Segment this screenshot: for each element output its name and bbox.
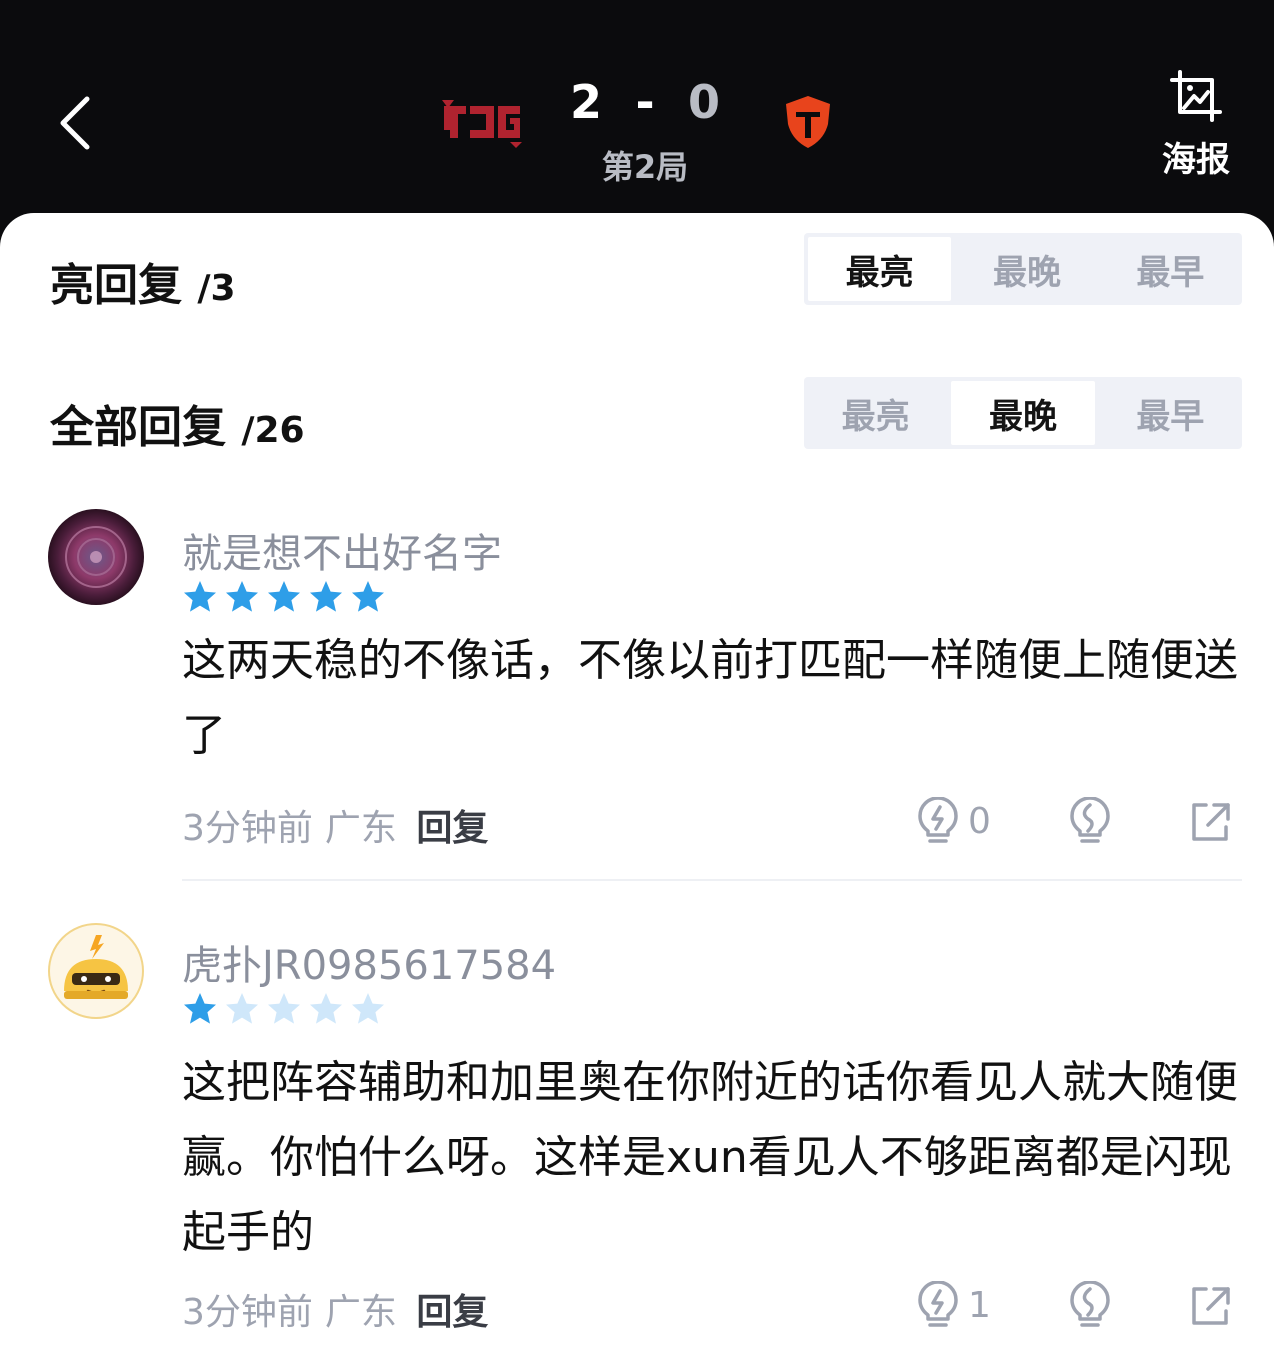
highlight-replies-title: 亮回复 /3 (50, 249, 236, 313)
user-avatar-image (52, 927, 140, 1015)
jdg-logo-icon (442, 100, 522, 148)
light-button[interactable]: 1 (916, 1281, 991, 1329)
username[interactable]: 虎扑JR0985617584 (182, 933, 556, 991)
lightbulb-off-icon (1070, 797, 1110, 843)
reply-button[interactable]: 回复 (416, 1292, 488, 1333)
chevron-left-icon (60, 96, 90, 150)
share-button[interactable] (1188, 797, 1232, 845)
tab-all-earliest[interactable]: 最早 (1099, 377, 1242, 449)
round-label: 第2局 (601, 148, 689, 186)
star-icon (184, 581, 216, 612)
star-rating (182, 579, 386, 615)
tab-all-brightest[interactable]: 最亮 (804, 377, 947, 449)
image-crop-icon (1170, 70, 1222, 122)
star-icon (310, 581, 342, 612)
star-icon (352, 993, 384, 1024)
highlight-title-text: 亮回复 (50, 260, 182, 311)
comment-divider (182, 879, 1242, 881)
all-sort-tabs: 最亮 最晚 最早 (804, 377, 1242, 449)
star-icon (352, 581, 384, 612)
star-icon (226, 581, 258, 612)
comment-text: 这两天稳的不像话，不像以前打匹配一样随便上随便送了 (182, 635, 1238, 761)
star-icon (310, 993, 342, 1024)
tab-highlight-earliest[interactable]: 最早 (1099, 233, 1242, 305)
comment-meta: 3分钟前 广东 回复 (182, 799, 488, 851)
comment-location: 广东 (324, 808, 397, 849)
dislike-button[interactable] (1068, 797, 1112, 845)
dislike-button[interactable] (1068, 1281, 1112, 1329)
match-header: 2 - 0 第2局 海报 (0, 0, 1274, 230)
poster-button[interactable]: 海报 (1150, 70, 1242, 180)
poster-label: 海报 (1162, 140, 1230, 180)
lightbulb-lightning-icon (918, 797, 958, 843)
comment-item: 就是想不出好名字 这两天稳的不像话，不像以前打匹配一样随便上随便送了 3分钟前广… (0, 503, 1274, 903)
back-button[interactable] (40, 88, 110, 158)
tab-highlight-latest[interactable]: 最晚 (955, 233, 1098, 305)
share-external-icon (1192, 1287, 1230, 1325)
score-separator: - (635, 75, 655, 129)
comment-text: 这把阵容辅助和加里奥在你附近的话你看见人就大随便赢。你怕什么呀。这样是xun看见… (182, 1057, 1238, 1258)
comment-location: 广东 (324, 1292, 397, 1333)
all-title-text: 全部回复 (50, 402, 226, 453)
comment-item: 虎扑JR0985617584 这把阵容辅助和加里奥在你附近的话你看见人就大随便赢… (0, 913, 1274, 1363)
share-external-icon (1192, 803, 1230, 841)
star-icon (184, 993, 216, 1024)
comments-sheet: 亮回复 /3 最亮 最晚 最早 全部回复 /26 最亮 最晚 最早 就是想不出好… (0, 213, 1274, 1363)
tab-highlight-brightest[interactable]: 最亮 (808, 237, 952, 301)
light-count: 0 (968, 800, 991, 842)
reply-button[interactable]: 回复 (416, 808, 488, 849)
lightbulb-off-icon (1070, 1281, 1110, 1327)
highlight-count: /3 (197, 268, 236, 309)
score-left: 2 (570, 75, 603, 129)
username[interactable]: 就是想不出好名字 (182, 521, 502, 579)
share-button[interactable] (1188, 1281, 1232, 1329)
tab-all-latest[interactable]: 最晚 (951, 381, 1095, 445)
comment-time: 3分钟前 (182, 1292, 313, 1333)
lightbulb-lightning-icon (918, 1281, 958, 1327)
match-score: 2 - 0 (570, 72, 720, 132)
score-right: 0 (687, 75, 720, 129)
star-rating (182, 991, 386, 1027)
light-count: 1 (968, 1284, 991, 1326)
comment-time: 3分钟前 (182, 808, 313, 849)
all-replies-title: 全部回复 /26 (50, 391, 305, 455)
avatar[interactable] (48, 509, 144, 605)
star-icon (268, 993, 300, 1024)
tes-logo-icon (786, 96, 830, 148)
star-icon (226, 993, 258, 1024)
avatar[interactable] (48, 923, 144, 1019)
user-avatar-image (48, 509, 144, 605)
all-count: /26 (241, 410, 305, 451)
light-button[interactable]: 0 (916, 797, 991, 845)
star-icon (268, 581, 300, 612)
highlight-sort-tabs: 最亮 最晚 最早 (804, 233, 1242, 305)
comment-meta: 3分钟前 广东 回复 (182, 1283, 488, 1335)
